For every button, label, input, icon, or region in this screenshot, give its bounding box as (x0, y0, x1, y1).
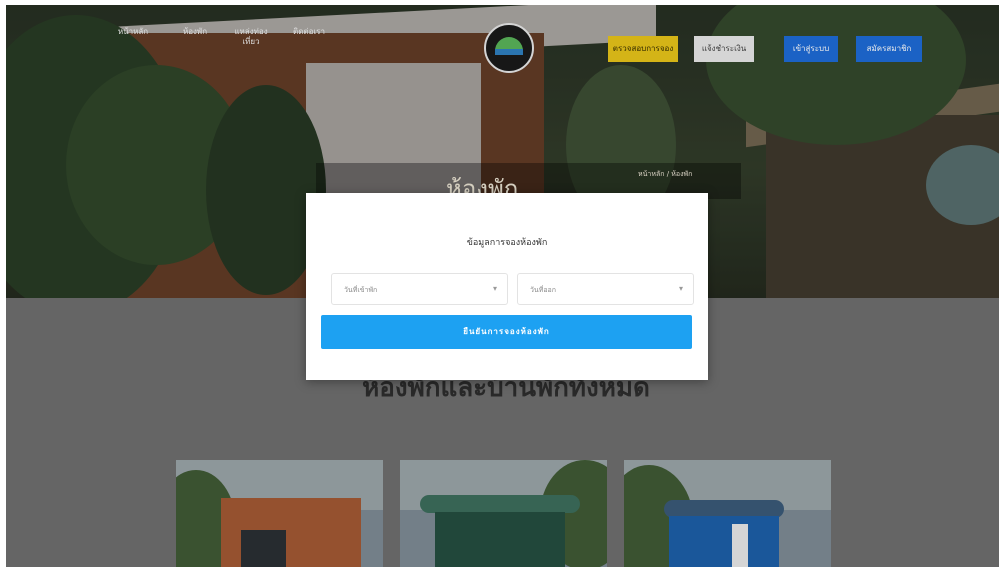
modal-title: ข้อมูลการจองห้องพัก (466, 238, 548, 248)
checkin-date-select[interactable]: วันที่เข้าพัก ▾ (331, 273, 508, 305)
checkout-date-value: วันที่ออก (530, 286, 556, 294)
checkout-date-select[interactable]: วันที่ออก ▾ (517, 273, 694, 305)
page-frame: หน้าหลัก ห้องพัก แหล่งท่องเที่ยว ติดต่อเ… (6, 5, 999, 567)
booking-modal: ข้อมูลการจองห้องพัก วันที่เข้าพัก ▾ วันท… (306, 193, 708, 380)
chevron-down-icon: ▾ (678, 284, 683, 293)
checkin-date-value: วันที่เข้าพัก (344, 286, 378, 294)
chevron-down-icon: ▾ (492, 284, 497, 293)
confirm-booking-button[interactable]: ยืนยันการจองห้องพัก (321, 315, 692, 349)
